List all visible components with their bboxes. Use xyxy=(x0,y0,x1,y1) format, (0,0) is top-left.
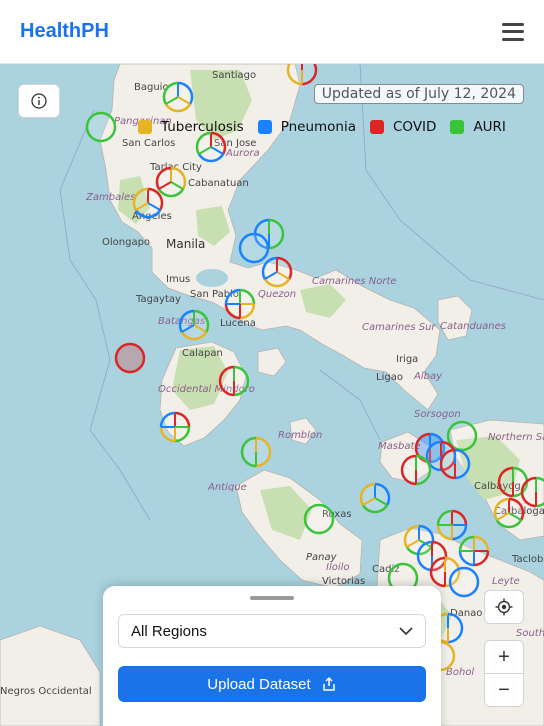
place-label: Iloilo xyxy=(326,562,350,573)
landmass-southwest xyxy=(0,625,101,726)
place-label: Santiago xyxy=(212,70,256,81)
disease-marker[interactable] xyxy=(458,535,490,567)
lake-laguna xyxy=(196,269,228,287)
place-label: Albay xyxy=(413,371,443,382)
place-label: Aurora xyxy=(225,148,260,159)
hamburger-menu-icon[interactable] xyxy=(502,22,524,41)
place-label: Olongapo xyxy=(102,237,150,248)
place-label: Tagaytay xyxy=(135,294,181,305)
place-label: Iriga xyxy=(396,354,418,365)
drag-handle[interactable] xyxy=(250,596,294,600)
upload-icon xyxy=(322,676,335,691)
place-label: South xyxy=(516,628,544,639)
legend-item-covid: COVID xyxy=(370,119,436,135)
disease-marker[interactable] xyxy=(85,111,117,143)
disease-marker[interactable] xyxy=(155,166,187,198)
upload-dataset-label: Upload Dataset xyxy=(207,675,311,693)
place-label: Imus xyxy=(166,274,190,285)
legend-label: Pneumonia xyxy=(280,119,356,135)
place-label: Antique xyxy=(207,482,247,493)
disease-marker[interactable] xyxy=(240,436,272,468)
updated-timestamp: Updated as of July 12, 2024 xyxy=(313,84,524,104)
place-label: Catanduanes xyxy=(440,321,506,332)
region-select-value: All Regions xyxy=(131,622,207,640)
locate-icon[interactable] xyxy=(484,590,524,624)
disease-marker[interactable] xyxy=(520,476,544,508)
place-label: Romblon xyxy=(278,430,322,441)
legend-swatch xyxy=(450,120,465,134)
place-label: Lucena xyxy=(220,318,256,329)
chevron-down-icon xyxy=(399,626,413,635)
disease-marker[interactable] xyxy=(218,365,250,397)
place-label: Ligao xyxy=(376,372,403,383)
region-select[interactable]: All Regions xyxy=(118,614,426,648)
disease-marker[interactable] xyxy=(224,288,256,320)
upload-dataset-button[interactable]: Upload Dataset xyxy=(118,666,426,702)
legend-item-auri: AURI xyxy=(450,119,506,135)
place-label: Masbate xyxy=(378,441,421,452)
disease-marker[interactable] xyxy=(238,232,270,264)
place-label: Zambales xyxy=(85,192,135,203)
place-label: Negros Occidental xyxy=(0,686,92,697)
place-label: Bohol xyxy=(446,667,474,678)
legend-label: Tuberculosis xyxy=(161,119,244,135)
legend-label: COVID xyxy=(393,119,437,135)
place-label: Northern Samar xyxy=(488,432,544,443)
landmass-marinduque xyxy=(257,347,287,377)
place-label: Calapan xyxy=(182,348,223,359)
place-label: Manila xyxy=(166,237,205,251)
disease-marker[interactable] xyxy=(448,566,480,598)
place-label: Tacloban xyxy=(511,554,544,565)
legend-swatch xyxy=(138,120,152,134)
disease-marker[interactable] xyxy=(359,482,391,514)
disease-marker[interactable] xyxy=(195,131,227,163)
legend-swatch xyxy=(370,120,384,134)
disease-marker[interactable] xyxy=(286,64,318,86)
landmass-catanduanes xyxy=(437,295,473,341)
map-legend: Tuberculosis Pneumonia COVID AURI xyxy=(138,119,506,135)
bottom-sheet: All Regions Upload Dataset xyxy=(103,586,441,726)
disease-marker[interactable] xyxy=(436,509,468,541)
place-label: Baguio xyxy=(134,82,169,93)
legend-item-tuberculosis: Tuberculosis xyxy=(138,119,244,135)
legend-swatch xyxy=(257,120,272,134)
app-header: HealthPH xyxy=(0,0,544,64)
disease-marker[interactable] xyxy=(114,342,146,374)
legend-item-pneumonia: Pneumonia xyxy=(257,119,356,135)
place-label: San Carlos xyxy=(122,138,175,149)
place-label: Leyte xyxy=(492,576,520,587)
place-label: Sorsogon xyxy=(414,409,461,420)
disease-marker[interactable] xyxy=(400,454,432,486)
place-label: Camarines Sur xyxy=(362,322,436,333)
disease-marker[interactable] xyxy=(303,503,335,535)
place-label: Quezon xyxy=(258,289,296,300)
place-label: Cabanatuan xyxy=(188,178,249,189)
disease-marker[interactable] xyxy=(162,81,194,113)
disease-marker[interactable] xyxy=(439,448,471,480)
info-icon[interactable] xyxy=(18,84,60,118)
zoom-in-button[interactable]: + xyxy=(484,640,524,674)
disease-marker[interactable] xyxy=(132,187,164,219)
disease-marker[interactable] xyxy=(493,497,525,529)
zoom-out-button[interactable]: − xyxy=(484,673,524,707)
disease-marker[interactable] xyxy=(261,256,293,288)
disease-marker[interactable] xyxy=(159,411,191,443)
place-label: Camarines Norte xyxy=(312,276,397,287)
legend-label: AURI xyxy=(473,119,506,135)
disease-marker[interactable] xyxy=(178,309,210,341)
brand-logo[interactable]: HealthPH xyxy=(20,20,109,43)
